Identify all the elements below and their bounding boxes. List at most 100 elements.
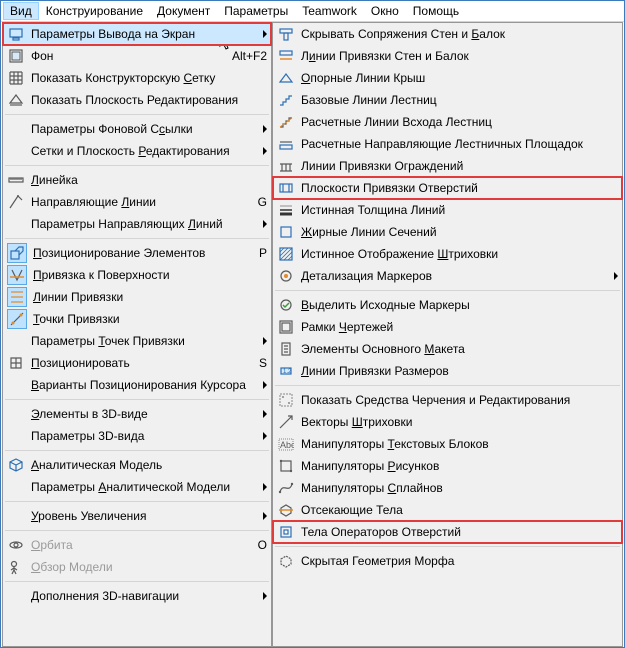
- panelB-item-11[interactable]: Детализация Маркеров: [273, 265, 622, 287]
- menu-item-label: Расчетные Направляющие Лестничных Площад…: [301, 137, 618, 151]
- menu-item-label: Сетки и Плоскость Редактирования: [31, 144, 259, 158]
- panelB-item-26[interactable]: Скрытая Геометрия Морфа: [273, 550, 622, 572]
- panelB-item-18[interactable]: Показать Средства Черчения и Редактирова…: [273, 389, 622, 411]
- panelA-item-14[interactable]: Линии Привязки: [3, 286, 271, 308]
- menu-item-label: Линии Привязки Стен и Балок: [301, 49, 618, 63]
- menu-item-shortcut: P: [259, 246, 267, 260]
- panelB-item-13[interactable]: Выделить Исходные Маркеры: [273, 294, 622, 316]
- panelA-item-18[interactable]: Варианты Позиционирования Курсора: [3, 374, 271, 396]
- panelB-item-14[interactable]: Рамки Чертежей: [273, 316, 622, 338]
- menu-item-label: Истинная Толщина Линий: [301, 203, 618, 217]
- menubar-item-4[interactable]: Teamwork: [295, 2, 364, 20]
- menu-item-label: Позиционировать: [31, 356, 253, 370]
- dim-snap-icon: 1.2: [277, 362, 295, 380]
- hatch-vec-icon: [277, 413, 295, 431]
- panelA-item-15[interactable]: Точки Привязки: [3, 308, 271, 330]
- panelA-item-8[interactable]: Линейка: [3, 169, 271, 191]
- panelB-separator: [275, 385, 620, 386]
- stair-calc-icon: [277, 113, 295, 131]
- submenu-arrow-icon: [263, 410, 267, 418]
- menu-item-label: Уровень Увеличения: [31, 509, 259, 523]
- panelB-item-21[interactable]: Манипуляторы Рисунков: [273, 455, 622, 477]
- panelA-item-10[interactable]: Параметры Направляющих Линий: [3, 213, 271, 235]
- submenu-arrow-icon: [263, 381, 267, 389]
- panelB-item-9[interactable]: Жирные Линии Сечений: [273, 221, 622, 243]
- panelB-item-15[interactable]: Элементы Основного Макета: [273, 338, 622, 360]
- menubar-item-0[interactable]: Вид: [3, 2, 39, 20]
- panelA-item-17[interactable]: ПозиционироватьS: [3, 352, 271, 374]
- panelB-item-16[interactable]: 1.2Линии Привязки Размеров: [273, 360, 622, 382]
- panelA-item-2[interactable]: Показать Конструкторскую Сетку: [3, 67, 271, 89]
- platform-icon: [277, 135, 295, 153]
- svg-text:1.2: 1.2: [283, 369, 292, 375]
- snap-lines-icon: [7, 287, 27, 307]
- panelA-item-21[interactable]: Параметры 3D-вида: [3, 425, 271, 447]
- menu-item-label: Скрытая Геометрия Морфа: [301, 554, 618, 568]
- panelB-item-6[interactable]: Линии Привязки Ограждений: [273, 155, 622, 177]
- panelA-item-3[interactable]: Показать Плоскость Редактирования: [3, 89, 271, 111]
- panelB-item-2[interactable]: Опорные Линии Крыш: [273, 67, 622, 89]
- panelB-item-19[interactable]: Векторы Штриховки: [273, 411, 622, 433]
- panelB-item-22[interactable]: Манипуляторы Сплайнов: [273, 477, 622, 499]
- src-markers-icon: [277, 296, 295, 314]
- edit-plane-icon: [7, 91, 25, 109]
- panelA-item-13[interactable]: Привязка к Поверхности: [3, 264, 271, 286]
- menubar-item-1[interactable]: Конструирование: [39, 2, 150, 20]
- panelB-item-24[interactable]: Тела Операторов Отверстий: [273, 521, 622, 543]
- none-icon: [7, 142, 25, 160]
- panelA-item-31[interactable]: Дополнения 3D-навигации: [3, 585, 271, 607]
- panelB-item-8[interactable]: Истинная Толщина Линий: [273, 199, 622, 221]
- none-icon: [7, 427, 25, 445]
- menu-item-label: Параметры Точек Привязки: [31, 334, 259, 348]
- panelA-item-20[interactable]: Элементы в 3D-виде: [3, 403, 271, 425]
- panelA-item-5[interactable]: Параметры Фоновой Ссылки: [3, 118, 271, 140]
- panelA-item-24[interactable]: Параметры Аналитической Модели: [3, 476, 271, 498]
- panelB-item-3[interactable]: Базовые Линии Лестниц: [273, 89, 622, 111]
- pos-grid-icon: [7, 354, 25, 372]
- menu-item-label: Фон: [31, 49, 226, 63]
- snap-points-icon: [7, 309, 27, 329]
- menu-item-label: Направляющие Линии: [31, 195, 252, 209]
- background-icon: [7, 47, 25, 65]
- panelA-item-0[interactable]: Параметры Вывода на Экран: [3, 23, 271, 45]
- menu-item-label: Линии Привязки Ограждений: [301, 159, 618, 173]
- orbit-icon: [7, 536, 25, 554]
- text-handles-icon: Abc: [277, 435, 295, 453]
- screen-output-submenu-panel: Скрывать Сопряжения Стен и Балок Линии Пр…: [272, 22, 623, 647]
- panelB-item-20[interactable]: AbcМанипуляторы Текстовых Блоков: [273, 433, 622, 455]
- menubar-item-2[interactable]: Документ: [150, 2, 217, 20]
- panelB-item-4[interactable]: Расчетные Линии Всхода Лестниц: [273, 111, 622, 133]
- panelB-item-0[interactable]: Скрывать Сопряжения Стен и Балок: [273, 23, 622, 45]
- panelA-item-1[interactable]: ФонAlt+F2: [3, 45, 271, 67]
- panelB-separator: [275, 546, 620, 547]
- none-icon: [7, 587, 25, 605]
- panelA-item-9[interactable]: Направляющие ЛинииG: [3, 191, 271, 213]
- ruler-icon: [7, 171, 25, 189]
- panelB-item-1[interactable]: Линии Привязки Стен и Балок: [273, 45, 622, 67]
- panelB-item-5[interactable]: Расчетные Направляющие Лестничных Площад…: [273, 133, 622, 155]
- panelA-item-26[interactable]: Уровень Увеличения: [3, 505, 271, 527]
- panelB-item-23[interactable]: Отсекающие Тела: [273, 499, 622, 521]
- menu-item-label: Тела Операторов Отверстий: [301, 525, 618, 539]
- menu-item-label: Дополнения 3D-навигации: [31, 589, 259, 603]
- menubar-item-6[interactable]: Помощь: [406, 2, 466, 20]
- menu-item-label: Элементы Основного Макета: [301, 342, 618, 356]
- panelA-separator: [5, 450, 269, 451]
- panelA-item-23[interactable]: Аналитическая Модель: [3, 454, 271, 476]
- view-menu-panel: Параметры Вывода на ЭкранФонAlt+F2Показа…: [2, 22, 272, 647]
- panelA-item-16[interactable]: Параметры Точек Привязки: [3, 330, 271, 352]
- screen-output-icon: [7, 25, 25, 43]
- menu-panels: Параметры Вывода на ЭкранФонAlt+F2Показа…: [1, 21, 624, 647]
- menubar-item-3[interactable]: Параметры: [217, 2, 295, 20]
- panelB-item-7[interactable]: Плоскости Привязки Отверстий: [273, 177, 622, 199]
- menu-item-label: Плоскости Привязки Отверстий: [301, 181, 618, 195]
- panelA-item-6[interactable]: Сетки и Плоскость Редактирования: [3, 140, 271, 162]
- menubar-item-5[interactable]: Окно: [364, 2, 406, 20]
- draft-aids-icon: [277, 391, 295, 409]
- panelA-item-12[interactable]: Позиционирование Элементов P: [3, 242, 271, 264]
- svg-text:Abc: Abc: [280, 440, 294, 450]
- menu-item-label: Позиционирование Элементов: [33, 246, 253, 260]
- fig-handles-icon: [277, 457, 295, 475]
- menu-item-label: Параметры Направляющих Линий: [31, 217, 259, 231]
- panelB-item-10[interactable]: Истинное Отображение Штриховки: [273, 243, 622, 265]
